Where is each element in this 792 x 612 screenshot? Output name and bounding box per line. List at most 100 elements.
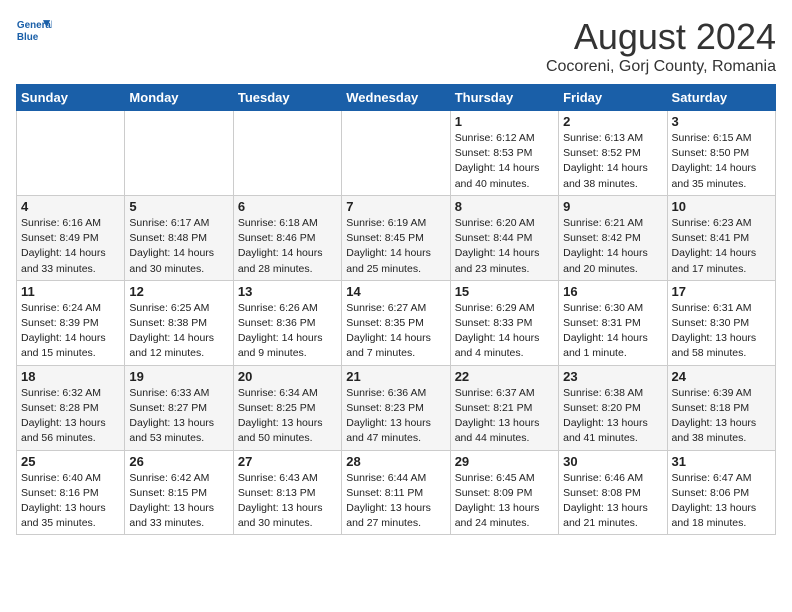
day-cell: 4 Sunrise: 6:16 AMSunset: 8:49 PMDaylight… [17, 195, 125, 280]
day-number: 24 [672, 369, 771, 384]
day-cell: 26 Sunrise: 6:42 AMSunset: 8:15 PMDayligh… [125, 450, 233, 535]
day-cell: 23Sunrise: 6:38 AMSunset: 8:20 PMDayligh… [559, 365, 667, 450]
day-info: Sunrise: 6:42 AMSunset: 8:15 PMDaylight:… [129, 471, 228, 532]
location: Cocoreni, Gorj County, Romania [546, 58, 776, 76]
day-cell: 31Sunrise: 6:47 AMSunset: 8:06 PMDayligh… [667, 450, 775, 535]
day-info: Sunrise: 6:34 AMSunset: 8:25 PMDaylight:… [238, 386, 337, 447]
day-number: 15 [455, 284, 554, 299]
day-cell: 22 Sunrise: 6:37 AMSunset: 8:21 PMDayligh… [450, 365, 558, 450]
day-cell: 9Sunrise: 6:21 AMSunset: 8:42 PMDaylight… [559, 195, 667, 280]
day-number: 26 [129, 454, 228, 469]
day-number: 21 [346, 369, 445, 384]
day-number: 20 [238, 369, 337, 384]
day-info: Sunrise: 6:20 AMSunset: 8:44 PMDaylight:… [455, 216, 554, 277]
day-number: 14 [346, 284, 445, 299]
day-info: Sunrise: 6:17 AMSunset: 8:48 PMDaylight:… [129, 216, 228, 277]
day-number: 27 [238, 454, 337, 469]
day-info: Sunrise: 6:23 AMSunset: 8:41 PMDaylight:… [672, 216, 771, 277]
day-info: Sunrise: 6:31 AMSunset: 8:30 PMDaylight:… [672, 301, 771, 362]
day-info: Sunrise: 6:30 AMSunset: 8:31 PMDaylight:… [563, 301, 662, 362]
day-number: 17 [672, 284, 771, 299]
day-info: Sunrise: 6:12 AMSunset: 8:53 PMDaylight:… [455, 131, 554, 192]
day-cell: 1 Sunrise: 6:12 AMSunset: 8:53 PMDaylight… [450, 111, 558, 196]
day-info: Sunrise: 6:29 AMSunset: 8:33 PMDaylight:… [455, 301, 554, 362]
day-info: Sunrise: 6:40 AMSunset: 8:16 PMDaylight:… [21, 471, 120, 532]
day-cell: 18 Sunrise: 6:32 AMSunset: 8:28 PMDayligh… [17, 365, 125, 450]
day-cell [342, 111, 450, 196]
day-info: Sunrise: 6:33 AMSunset: 8:27 PMDaylight:… [129, 386, 228, 447]
day-info: Sunrise: 6:15 AMSunset: 8:50 PMDaylight:… [672, 131, 771, 192]
day-info: Sunrise: 6:32 AMSunset: 8:28 PMDaylight:… [21, 386, 120, 447]
week-row-1: 1 Sunrise: 6:12 AMSunset: 8:53 PMDaylight… [17, 111, 776, 196]
calendar: SundayMondayTuesdayWednesdayThursdayFrid… [16, 84, 776, 535]
day-info: Sunrise: 6:47 AMSunset: 8:06 PMDaylight:… [672, 471, 771, 532]
day-info: Sunrise: 6:19 AMSunset: 8:45 PMDaylight:… [346, 216, 445, 277]
day-info: Sunrise: 6:16 AMSunset: 8:49 PMDaylight:… [21, 216, 120, 277]
day-cell: 17 Sunrise: 6:31 AMSunset: 8:30 PMDayligh… [667, 280, 775, 365]
weekday-header-row: SundayMondayTuesdayWednesdayThursdayFrid… [17, 85, 776, 111]
day-cell: 28Sunrise: 6:44 AMSunset: 8:11 PMDayligh… [342, 450, 450, 535]
day-info: Sunrise: 6:38 AMSunset: 8:20 PMDaylight:… [563, 386, 662, 447]
page-header: General Blue August 2024 Cocoreni, Gorj … [16, 16, 776, 76]
day-cell: 3Sunrise: 6:15 AMSunset: 8:50 PMDaylight… [667, 111, 775, 196]
day-info: Sunrise: 6:37 AMSunset: 8:21 PMDaylight:… [455, 386, 554, 447]
day-number: 4 [21, 199, 120, 214]
day-cell: 15 Sunrise: 6:29 AMSunset: 8:33 PMDayligh… [450, 280, 558, 365]
day-number: 22 [455, 369, 554, 384]
day-cell: 14 Sunrise: 6:27 AMSunset: 8:35 PMDayligh… [342, 280, 450, 365]
day-number: 7 [346, 199, 445, 214]
day-info: Sunrise: 6:44 AMSunset: 8:11 PMDaylight:… [346, 471, 445, 532]
day-number: 2 [563, 114, 662, 129]
day-cell: 13Sunrise: 6:26 AMSunset: 8:36 PMDayligh… [233, 280, 341, 365]
day-info: Sunrise: 6:43 AMSunset: 8:13 PMDaylight:… [238, 471, 337, 532]
day-cell: 6 Sunrise: 6:18 AMSunset: 8:46 PMDaylight… [233, 195, 341, 280]
day-cell: 30Sunrise: 6:46 AMSunset: 8:08 PMDayligh… [559, 450, 667, 535]
svg-text:Blue: Blue [17, 32, 39, 43]
month-year: August 2024 [546, 16, 776, 58]
day-info: Sunrise: 6:27 AMSunset: 8:35 PMDaylight:… [346, 301, 445, 362]
day-number: 29 [455, 454, 554, 469]
weekday-header-saturday: Saturday [667, 85, 775, 111]
day-cell: 24Sunrise: 6:39 AMSunset: 8:18 PMDayligh… [667, 365, 775, 450]
weekday-header-wednesday: Wednesday [342, 85, 450, 111]
day-cell: 10 Sunrise: 6:23 AMSunset: 8:41 PMDayligh… [667, 195, 775, 280]
day-info: Sunrise: 6:36 AMSunset: 8:23 PMDaylight:… [346, 386, 445, 447]
day-number: 25 [21, 454, 120, 469]
day-cell: 25 Sunrise: 6:40 AMSunset: 8:16 PMDayligh… [17, 450, 125, 535]
day-info: Sunrise: 6:46 AMSunset: 8:08 PMDaylight:… [563, 471, 662, 532]
day-cell: 16 Sunrise: 6:30 AMSunset: 8:31 PMDayligh… [559, 280, 667, 365]
day-number: 16 [563, 284, 662, 299]
weekday-header-thursday: Thursday [450, 85, 558, 111]
day-info: Sunrise: 6:13 AMSunset: 8:52 PMDaylight:… [563, 131, 662, 192]
day-number: 6 [238, 199, 337, 214]
day-info: Sunrise: 6:24 AMSunset: 8:39 PMDaylight:… [21, 301, 120, 362]
day-number: 18 [21, 369, 120, 384]
weekday-header-sunday: Sunday [17, 85, 125, 111]
week-row-2: 4 Sunrise: 6:16 AMSunset: 8:49 PMDaylight… [17, 195, 776, 280]
day-cell: 12 Sunrise: 6:25 AMSunset: 8:38 PMDayligh… [125, 280, 233, 365]
day-number: 11 [21, 284, 120, 299]
logo-icon: General Blue [16, 16, 52, 44]
day-cell: 27 Sunrise: 6:43 AMSunset: 8:13 PMDayligh… [233, 450, 341, 535]
day-cell [17, 111, 125, 196]
weekday-header-monday: Monday [125, 85, 233, 111]
day-cell: 20 Sunrise: 6:34 AMSunset: 8:25 PMDayligh… [233, 365, 341, 450]
day-cell [233, 111, 341, 196]
day-info: Sunrise: 6:18 AMSunset: 8:46 PMDaylight:… [238, 216, 337, 277]
day-cell: 11 Sunrise: 6:24 AMSunset: 8:39 PMDayligh… [17, 280, 125, 365]
day-number: 8 [455, 199, 554, 214]
day-info: Sunrise: 6:25 AMSunset: 8:38 PMDaylight:… [129, 301, 228, 362]
weekday-header-friday: Friday [559, 85, 667, 111]
day-cell [125, 111, 233, 196]
day-cell: 19Sunrise: 6:33 AMSunset: 8:27 PMDayligh… [125, 365, 233, 450]
weekday-header-tuesday: Tuesday [233, 85, 341, 111]
day-info: Sunrise: 6:45 AMSunset: 8:09 PMDaylight:… [455, 471, 554, 532]
title-block: August 2024 Cocoreni, Gorj County, Roman… [546, 16, 776, 76]
day-number: 12 [129, 284, 228, 299]
day-number: 10 [672, 199, 771, 214]
day-cell: 8 Sunrise: 6:20 AMSunset: 8:44 PMDaylight… [450, 195, 558, 280]
day-number: 1 [455, 114, 554, 129]
day-cell: 5Sunrise: 6:17 AMSunset: 8:48 PMDaylight… [125, 195, 233, 280]
day-cell: 2 Sunrise: 6:13 AMSunset: 8:52 PMDaylight… [559, 111, 667, 196]
day-cell: 21 Sunrise: 6:36 AMSunset: 8:23 PMDayligh… [342, 365, 450, 450]
